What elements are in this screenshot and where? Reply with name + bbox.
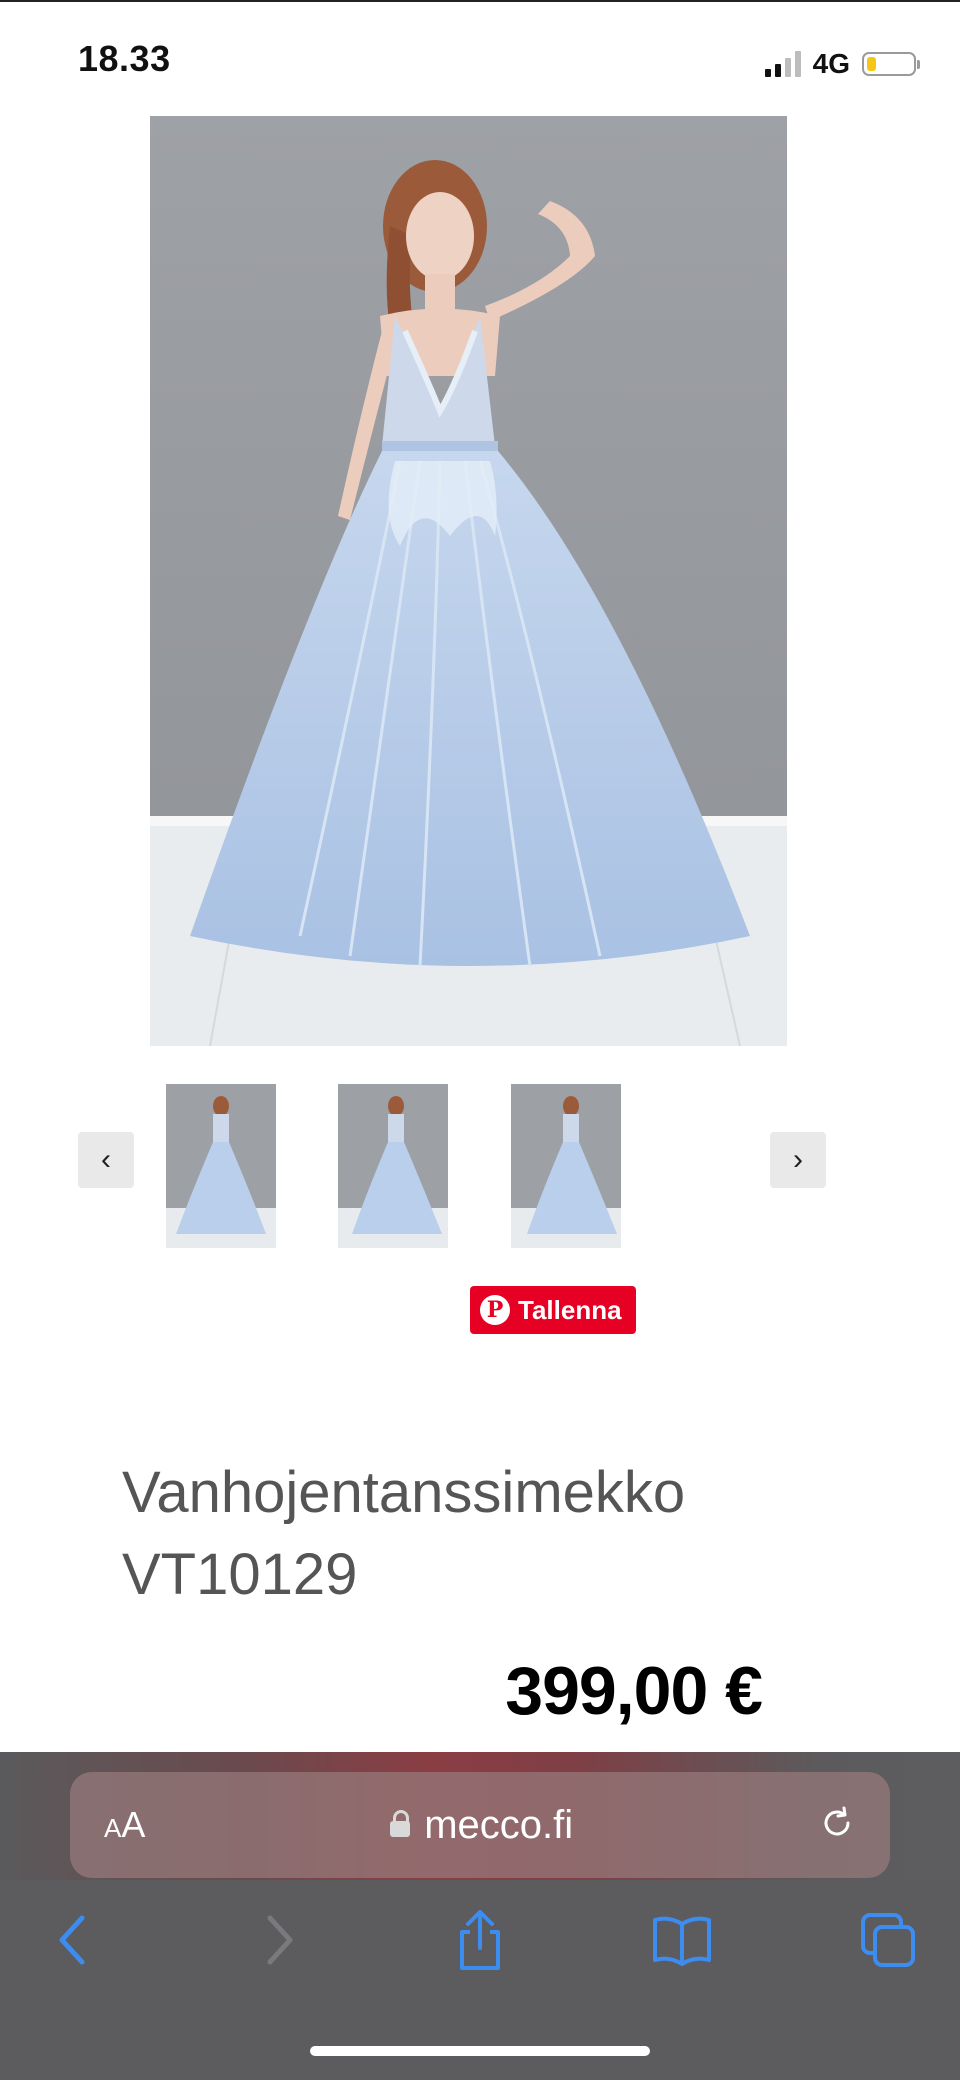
tabs-button[interactable] bbox=[856, 1908, 920, 1972]
pinterest-save-button[interactable]: P Tallenna bbox=[470, 1286, 636, 1334]
home-indicator[interactable] bbox=[310, 2046, 650, 2056]
status-time: 18.33 bbox=[78, 38, 171, 79]
back-button[interactable] bbox=[40, 1908, 104, 1972]
battery-level bbox=[867, 57, 876, 71]
product-thumbnail[interactable] bbox=[511, 1084, 621, 1248]
chevron-left-icon: ‹ bbox=[101, 1143, 111, 1176]
product-thumbnail[interactable] bbox=[166, 1084, 276, 1248]
product-main-image[interactable] bbox=[150, 116, 787, 1046]
url-display[interactable]: mecco.fi bbox=[145, 1803, 818, 1848]
address-bar[interactable]: AA mecco.fi bbox=[70, 1772, 890, 1878]
pinterest-save-label: Tallenna bbox=[518, 1294, 622, 1325]
chevron-right-icon bbox=[267, 1915, 293, 1965]
carousel-prev-button[interactable]: ‹ bbox=[78, 1132, 134, 1188]
share-button[interactable] bbox=[448, 1908, 512, 1972]
reload-icon[interactable] bbox=[818, 1804, 856, 1847]
product-thumbnail[interactable] bbox=[338, 1084, 448, 1248]
thumbnail-image bbox=[511, 1084, 621, 1248]
text-size-button[interactable]: AA bbox=[104, 1804, 145, 1846]
lock-icon bbox=[390, 1810, 411, 1837]
chevron-left-icon bbox=[59, 1915, 85, 1965]
top-edge-line bbox=[0, 0, 960, 2]
status-indicators: 4G bbox=[764, 44, 920, 84]
tabs-icon bbox=[861, 1913, 915, 1967]
carousel-next-button[interactable]: › bbox=[770, 1132, 826, 1188]
pinterest-icon: P bbox=[480, 1295, 510, 1325]
network-type: 4G bbox=[812, 48, 850, 79]
dress-photo bbox=[150, 116, 787, 1046]
chevron-right-icon: › bbox=[793, 1143, 803, 1176]
product-price: 399,00 € bbox=[505, 1653, 763, 1729]
battery-icon bbox=[862, 52, 920, 76]
thumbnail-image bbox=[166, 1084, 276, 1248]
signal-icon bbox=[764, 51, 801, 77]
book-icon bbox=[653, 1916, 711, 1966]
thumbnail-image bbox=[338, 1084, 448, 1248]
bookmarks-button[interactable] bbox=[650, 1908, 714, 1972]
url-text: mecco.fi bbox=[424, 1802, 574, 1847]
product-title: Vanhojentanssimekko VT10129 bbox=[122, 1460, 686, 1607]
share-icon bbox=[460, 1910, 500, 1970]
forward-button[interactable] bbox=[248, 1908, 312, 1972]
